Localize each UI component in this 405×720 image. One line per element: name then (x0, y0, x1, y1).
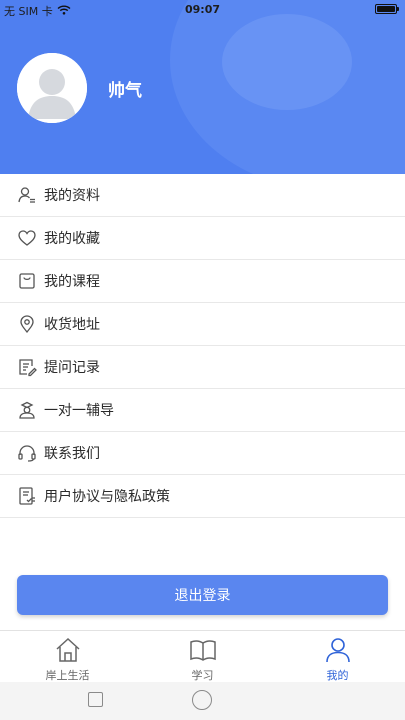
menu-item-tutoring[interactable]: 一对一辅导 (0, 389, 405, 432)
notes-edit-icon (17, 357, 37, 377)
username: 帅气 (108, 80, 142, 101)
headset-icon (17, 443, 37, 463)
menu-item-contact[interactable]: 联系我们 (0, 432, 405, 475)
location-pin-icon (17, 314, 37, 334)
tab-life[interactable]: 岸上生活 (0, 631, 135, 682)
menu-item-label: 我的资料 (44, 188, 100, 204)
menu-item-questions[interactable]: 提问记录 (0, 346, 405, 389)
battery-icon (375, 4, 399, 14)
profile-card-icon (17, 185, 37, 205)
settings-menu: 我的资料 我的收藏 我的课程 收货地址 提问记录 一对一辅导 联系我们 用户协议… (0, 174, 405, 518)
menu-item-label: 一对一辅导 (44, 403, 114, 419)
menu-item-address[interactable]: 收货地址 (0, 303, 405, 346)
shopping-bag-icon (17, 271, 37, 291)
person-icon (323, 636, 353, 664)
tab-label: 学习 (191, 669, 214, 682)
tutor-icon (17, 400, 37, 420)
menu-item-label: 用户协议与隐私政策 (44, 489, 170, 505)
menu-item-label: 我的课程 (44, 274, 100, 290)
menu-item-profile[interactable]: 我的资料 (0, 174, 405, 217)
menu-item-label: 联系我们 (44, 446, 100, 462)
tab-label: 我的 (326, 669, 349, 682)
heart-icon (17, 228, 37, 248)
clock: 09:07 (184, 3, 220, 16)
tab-label: 岸上生活 (45, 669, 90, 682)
menu-item-label: 我的收藏 (44, 231, 100, 247)
status-bar: 无 SIM 卡 09:07 (0, 0, 405, 18)
agreement-document-icon (17, 486, 37, 506)
menu-item-favorites[interactable]: 我的收藏 (0, 217, 405, 260)
menu-item-label: 收货地址 (44, 317, 100, 333)
recents-square-icon[interactable] (88, 692, 103, 707)
tab-study[interactable]: 学习 (135, 631, 270, 682)
logout-button[interactable]: 退出登录 (17, 575, 388, 615)
home-circle-icon[interactable] (192, 690, 212, 710)
user-profile[interactable]: 帅气 (17, 53, 142, 123)
bottom-tab-bar: 岸上生活 学习 我的 (0, 630, 405, 682)
system-navigation-bar (0, 682, 405, 720)
header-decoration (222, 14, 352, 110)
menu-item-label: 提问记录 (44, 360, 100, 376)
menu-item-agreement[interactable]: 用户协议与隐私政策 (0, 475, 405, 518)
user-avatar-icon[interactable] (17, 53, 87, 123)
home-icon (53, 636, 83, 664)
book-icon (188, 636, 218, 664)
menu-item-courses[interactable]: 我的课程 (0, 260, 405, 303)
tab-mine[interactable]: 我的 (270, 631, 405, 682)
